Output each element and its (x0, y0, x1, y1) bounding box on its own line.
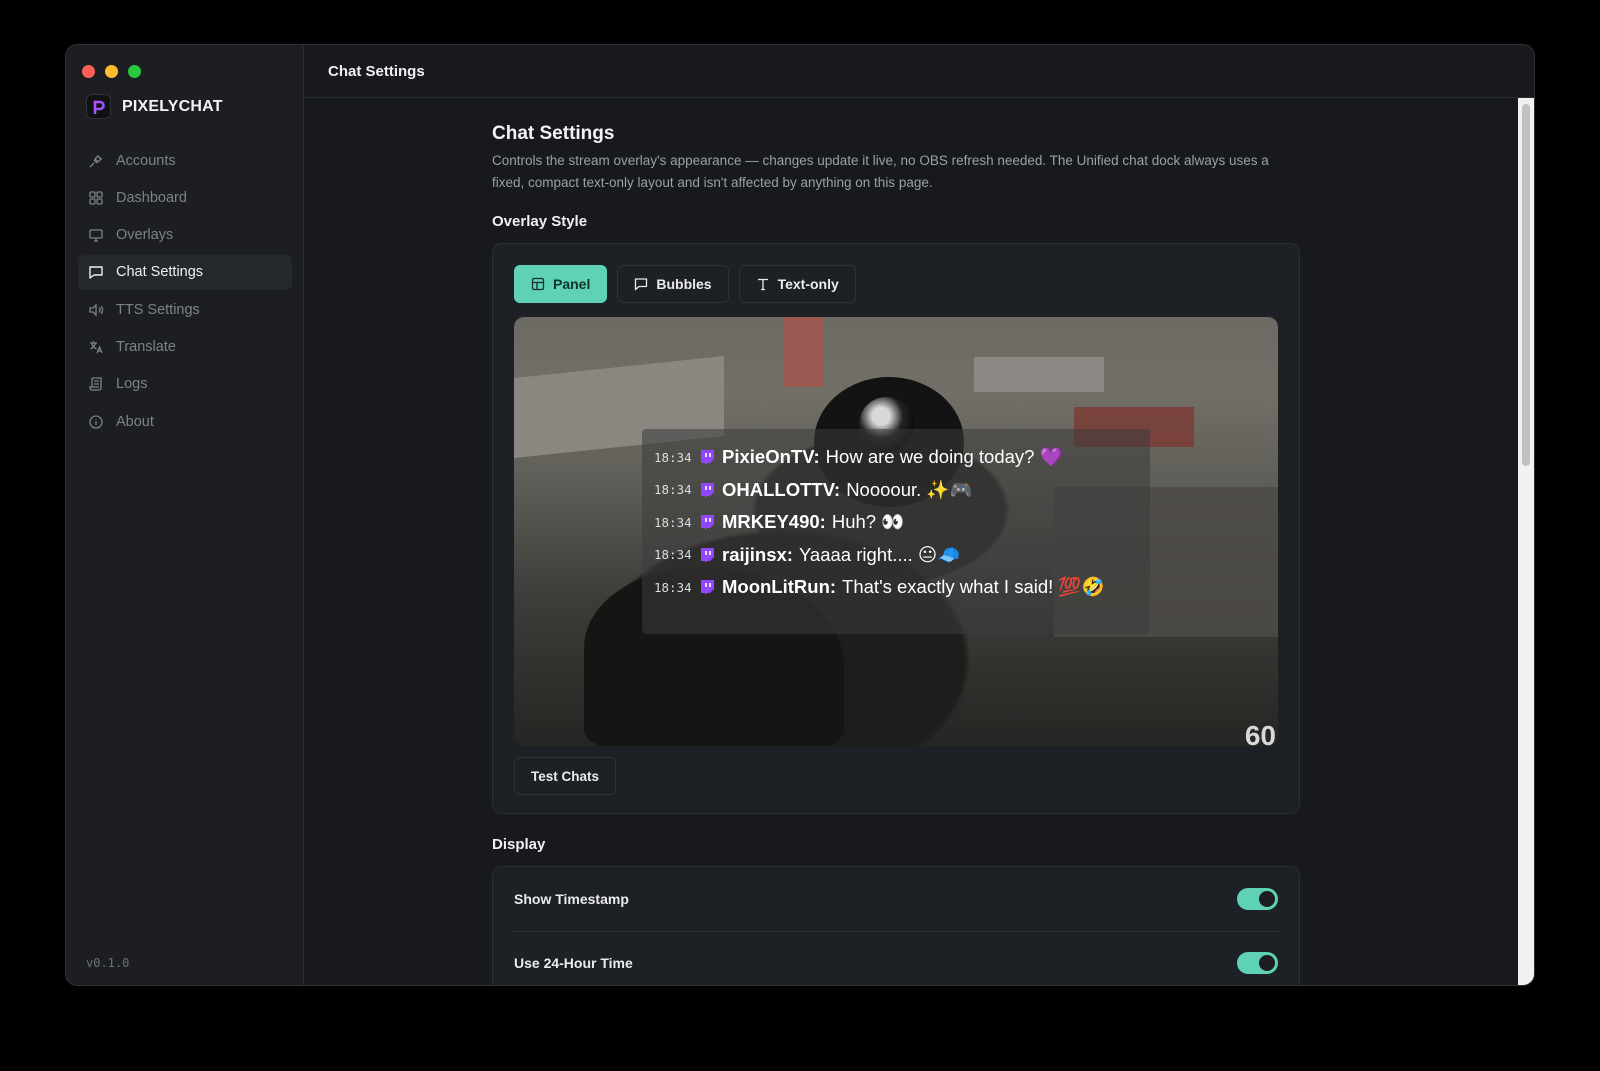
monitor-icon (89, 229, 103, 242)
text-icon (757, 278, 768, 291)
sidebar-item-label: Dashboard (116, 189, 187, 206)
tab-label: Bubbles (656, 276, 712, 292)
scroll-icon (89, 377, 102, 391)
chat-timestamp: 18:34 (654, 482, 692, 498)
sidebar-item-label: Translate (116, 338, 176, 355)
page-description: Controls the stream overlay's appearance… (492, 153, 1269, 190)
maximize-window-button[interactable] (128, 65, 141, 78)
scene-roof (974, 357, 1104, 392)
chat-message-list: 18:34 PixieOnTV: How are we doing today?… (654, 441, 1105, 604)
chat-text: Noooour. ✨🎮 (846, 478, 973, 500)
test-chats-button[interactable]: Test Chats (514, 757, 617, 795)
chat-message: 18:34 PixieOnTV: How are we doing today?… (654, 441, 1105, 474)
tab-label: Panel (553, 276, 591, 292)
twitch-icon (700, 514, 722, 531)
chat-message: 18:34 MoonLitRun: That's exactly what I … (654, 571, 1105, 604)
display-card: Show Timestamp Use 24-Hour Time (492, 866, 1300, 985)
plug-icon (89, 154, 102, 167)
setting-show-timestamp: Show Timestamp (514, 867, 1278, 930)
chat-message: 18:34 MRKEY490: Huh? 👀 (654, 506, 1105, 539)
sidebar-item-accounts[interactable]: Accounts (78, 143, 292, 178)
layout-icon (531, 277, 545, 291)
toggle-knob (1259, 890, 1275, 907)
chat-text: Yaaaa right.... 😐🧢 (798, 543, 961, 565)
twitch-icon (700, 482, 722, 498)
close-window-button[interactable] (82, 65, 95, 78)
24-hour-time-toggle[interactable] (1237, 951, 1278, 974)
sidebar-item-label: Chat Settings (116, 264, 204, 281)
sidebar-item-overlays[interactable]: Overlays (78, 218, 292, 253)
bubble-icon (635, 278, 648, 291)
app-name: PIXELYCHAT (122, 97, 223, 115)
setting-label: Show Timestamp (514, 890, 629, 907)
speaker-icon (89, 303, 104, 317)
topbar: Chat Settings (304, 45, 1534, 98)
tab-text-only[interactable]: Text-only (738, 265, 856, 303)
sidebar-item-about[interactable]: About (78, 404, 292, 439)
tab-panel[interactable]: Panel (514, 265, 608, 303)
tab-bubbles[interactable]: Bubbles (617, 265, 729, 303)
show-timestamp-toggle[interactable] (1237, 887, 1278, 910)
toggle-knob (1259, 954, 1275, 971)
overlay-style-card: Panel Bubbles Text-only 18:34 PixieOnTV:… (492, 243, 1300, 814)
overlay-style-tabs: Panel Bubbles Text-only (514, 265, 856, 303)
scene-tower (784, 317, 824, 387)
sidebar-item-chat-settings[interactable]: Chat Settings (78, 254, 292, 290)
topbar-title: Chat Settings (328, 62, 425, 80)
overlay-style-heading: Overlay Style (492, 213, 588, 230)
overlay-preview: 18:34 PixieOnTV: How are we doing today?… (514, 317, 1278, 746)
twitch-icon (700, 547, 722, 563)
message-icon (89, 266, 103, 280)
page-title: Chat Settings (492, 123, 615, 144)
sidebar-item-label: About (116, 413, 154, 430)
chat-text: That's exactly what I said! 💯🤣 (842, 576, 1105, 598)
display-heading: Display (492, 836, 546, 853)
app-version: v0.1.0 (86, 956, 130, 970)
chat-text: How are we doing today? 💜 (825, 446, 1063, 468)
tab-label: Text-only (777, 276, 839, 292)
chat-timestamp: 18:34 (654, 514, 692, 530)
chat-username: MoonLitRun: (722, 576, 837, 598)
app-window: PIXELYCHAT Accounts Dashboard Overlays C… (65, 44, 1535, 986)
translate-icon (90, 340, 103, 354)
chat-username: PixieOnTV: (722, 446, 820, 468)
grid-icon (89, 191, 103, 205)
chat-message: 18:34 raijinsx: Yaaaa right.... 😐🧢 (654, 539, 1105, 572)
chat-message: 18:34 OHALLOTTV: Noooour. ✨🎮 (654, 474, 1105, 507)
chat-username: MRKEY490: (722, 511, 826, 533)
info-icon (89, 414, 103, 429)
setting-label: Use 24-Hour Time (514, 954, 633, 971)
sidebar-item-label: Logs (116, 376, 148, 393)
sidebar-item-label: Accounts (116, 152, 176, 169)
twitch-icon (700, 579, 722, 596)
sidebar-item-translate[interactable]: Translate (78, 329, 292, 364)
sidebar-item-logs[interactable]: Logs (78, 367, 292, 402)
brand: PIXELYCHAT (86, 94, 223, 119)
chat-timestamp: 18:34 (654, 449, 692, 465)
chat-text: Huh? 👀 (831, 511, 905, 533)
chat-timestamp: 18:34 (654, 547, 692, 563)
sidebar: PIXELYCHAT Accounts Dashboard Overlays C… (66, 45, 304, 985)
scrollbar-thumb[interactable] (1522, 104, 1530, 466)
sidebar-item-label: Overlays (116, 227, 174, 244)
chat-timestamp: 18:34 (654, 579, 692, 595)
twitch-icon (700, 449, 722, 466)
sidebar-nav: Accounts Dashboard Overlays Chat Setting… (78, 143, 292, 441)
sidebar-item-tts-settings[interactable]: TTS Settings (78, 292, 292, 327)
app-logo-icon (86, 94, 111, 119)
game-hud-number: 60 (1244, 720, 1276, 746)
content-scrollbar[interactable] (1518, 98, 1534, 985)
main-content: Chat Settings Controls the stream overla… (304, 98, 1534, 985)
setting-24-hour-time: Use 24-Hour Time (514, 931, 1278, 985)
chat-username: raijinsx: (722, 543, 793, 565)
sidebar-item-label: TTS Settings (116, 301, 200, 318)
minimize-window-button[interactable] (105, 65, 118, 78)
sidebar-item-dashboard[interactable]: Dashboard (78, 180, 292, 215)
window-controls (82, 65, 141, 78)
chat-username: OHALLOTTV: (722, 478, 841, 500)
